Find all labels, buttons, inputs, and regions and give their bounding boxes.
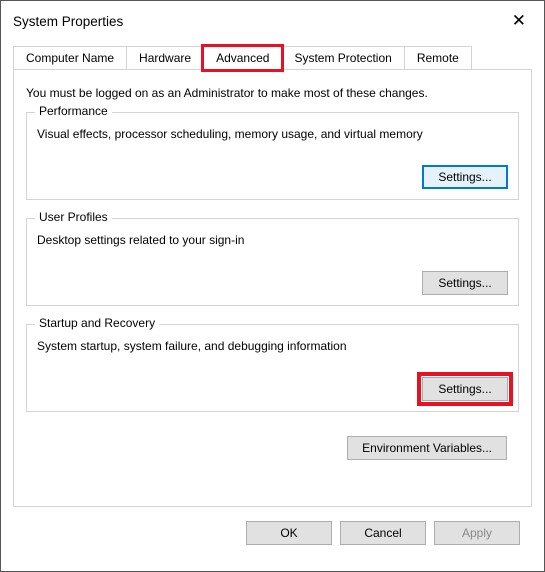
group-startup-recovery-btn-row: Settings... xyxy=(37,377,508,401)
tab-remote[interactable]: Remote xyxy=(404,46,472,69)
group-performance-legend: Performance xyxy=(35,104,112,118)
environment-variables-button[interactable]: Environment Variables... xyxy=(347,436,507,460)
apply-button[interactable]: Apply xyxy=(434,521,520,545)
tab-advanced[interactable]: Advanced xyxy=(203,46,282,70)
group-user-profiles-desc: Desktop settings related to your sign-in xyxy=(37,233,508,247)
group-user-profiles: User Profiles Desktop settings related t… xyxy=(26,218,519,306)
titlebar: System Properties ✕ xyxy=(1,1,544,41)
intro-text: You must be logged on as an Administrato… xyxy=(26,86,519,100)
window-title: System Properties xyxy=(13,14,123,29)
ok-button[interactable]: OK xyxy=(246,521,332,545)
group-performance-desc: Visual effects, processor scheduling, me… xyxy=(37,127,508,141)
group-user-profiles-btn-row: Settings... xyxy=(37,271,508,295)
group-user-profiles-legend: User Profiles xyxy=(35,210,112,224)
tabs: Computer Name Hardware Advanced System P… xyxy=(13,46,532,70)
cancel-button[interactable]: Cancel xyxy=(340,521,426,545)
env-vars-row: Environment Variables... xyxy=(26,430,519,460)
tab-computer-name[interactable]: Computer Name xyxy=(13,46,127,69)
group-startup-recovery-desc: System startup, system failure, and debu… xyxy=(37,339,508,353)
tab-system-protection[interactable]: System Protection xyxy=(281,46,404,69)
group-startup-recovery-legend: Startup and Recovery xyxy=(35,316,159,330)
startup-recovery-settings-button[interactable]: Settings... xyxy=(422,377,508,401)
group-performance: Performance Visual effects, processor sc… xyxy=(26,112,519,200)
close-icon[interactable]: ✕ xyxy=(504,9,534,33)
user-profiles-settings-button[interactable]: Settings... xyxy=(422,271,508,295)
group-performance-btn-row: Settings... xyxy=(37,165,508,189)
dialog-body: Computer Name Hardware Advanced System P… xyxy=(1,41,544,571)
group-startup-recovery: Startup and Recovery System startup, sys… xyxy=(26,324,519,412)
tab-panel-advanced: You must be logged on as an Administrato… xyxy=(13,70,532,507)
tab-hardware[interactable]: Hardware xyxy=(126,46,204,69)
performance-settings-button[interactable]: Settings... xyxy=(422,165,508,189)
dialog-footer: OK Cancel Apply xyxy=(13,507,532,559)
